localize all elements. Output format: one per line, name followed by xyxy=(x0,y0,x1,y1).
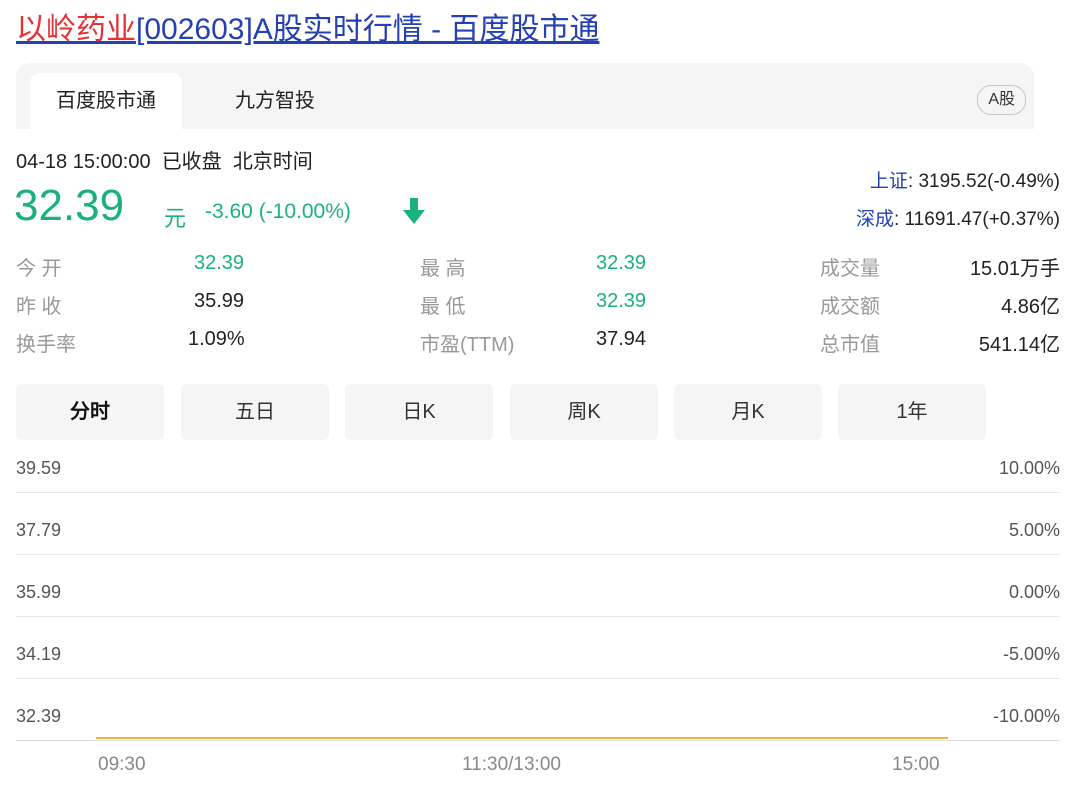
page-title[interactable]: 以岭药业[002603]A股实时行情 - 百度股市通 xyxy=(16,8,599,52)
grid-line xyxy=(16,492,1060,493)
grid-line xyxy=(16,554,1060,555)
grid-line xyxy=(16,740,1060,741)
stat-label-pe-ttm: 市盈(TTM) xyxy=(420,334,515,356)
stat-value-open: 32.39 xyxy=(194,252,245,274)
price-tick-label: 35.99 xyxy=(16,582,62,602)
tab-intraday[interactable]: 分时 xyxy=(16,384,164,440)
time-tick-label: 11:30/13:00 xyxy=(462,754,561,775)
time-tick-label: 09:30 xyxy=(98,754,146,775)
down-arrow-icon xyxy=(401,196,427,231)
stat-value-market-cap: 541.14亿 xyxy=(978,334,1060,356)
stat-label-high: 最 高 xyxy=(420,258,466,280)
time-tick-label: 15:00 xyxy=(892,754,940,775)
status-state: 已收盘 xyxy=(161,151,222,173)
percent-tick-label: 10.00% xyxy=(998,458,1060,478)
trade-status: 04-18 15:00:00 已收盘 北京时间 xyxy=(16,145,313,174)
tab-baidu-gushitong[interactable]: 百度股市通 xyxy=(30,73,182,129)
stat-label-turnover: 成交额 xyxy=(820,296,880,318)
stat-value-low: 32.39 xyxy=(596,290,647,312)
tab-one-year[interactable]: 1年 xyxy=(838,384,986,440)
stat-value-volume: 15.01万手 xyxy=(969,258,1060,280)
stat-value-high: 32.39 xyxy=(596,252,647,274)
stat-label-low: 最 低 xyxy=(420,296,466,318)
tab-weekly-k[interactable]: 周K xyxy=(510,384,658,440)
stat-label-open: 今 开 xyxy=(16,258,62,280)
price-unit: 元 xyxy=(164,206,187,231)
grid-line xyxy=(16,678,1060,679)
index-shanghai[interactable]: 上证: 3195.52(-0.49%) xyxy=(870,166,1060,193)
price-tick-label: 32.39 xyxy=(16,706,62,726)
percent-tick-label: -5.00% xyxy=(1002,644,1060,664)
current-price: 32.39 xyxy=(14,181,125,230)
percent-tick-label: -10.00% xyxy=(992,706,1060,726)
tab-monthly-k[interactable]: 月K xyxy=(674,384,822,440)
price-tick-label: 34.19 xyxy=(16,644,62,664)
grid-line xyxy=(16,616,1060,617)
stock-name-link[interactable]: 以岭药业 xyxy=(16,13,136,46)
stat-value-turnover-rate: 1.09% xyxy=(188,328,245,350)
price-tick-label: 39.59 xyxy=(16,458,62,478)
tab-daily-k[interactable]: 日K xyxy=(345,384,493,440)
percent-tick-label: 0.00% xyxy=(1008,582,1060,602)
index-shanghai-value: : 3195.52(-0.49%) xyxy=(907,171,1060,192)
index-shenzhen-label[interactable]: 深成 xyxy=(856,209,894,230)
status-datetime: 04-18 15:00:00 xyxy=(16,151,151,173)
index-shanghai-label[interactable]: 上证 xyxy=(870,171,908,192)
index-shenzhen-value: : 11691.47(+0.37%) xyxy=(893,209,1060,230)
status-timezone: 北京时间 xyxy=(232,151,313,173)
price-tick-label: 37.79 xyxy=(16,520,62,540)
stat-value-pe-ttm: 37.94 xyxy=(596,328,647,350)
source-tabs: 百度股市通 九方智投 A股 xyxy=(16,63,1034,129)
tab-jiufang-zhitou[interactable]: 九方智投 xyxy=(210,73,340,129)
price-change: -3.60 (-10.00%) xyxy=(205,200,351,223)
stat-label-turnover-rate: 换手率 xyxy=(16,334,76,356)
percent-tick-label: 5.00% xyxy=(1008,520,1060,540)
stat-label-market-cap: 总市值 xyxy=(820,334,880,356)
stat-value-turnover: 4.86亿 xyxy=(1001,296,1060,318)
market-badge[interactable]: A股 xyxy=(977,85,1026,115)
stat-label-volume: 成交量 xyxy=(820,258,880,280)
stat-label-prev-close: 昨 收 xyxy=(16,296,62,318)
index-shenzhen[interactable]: 深成: 11691.47(+0.37%) xyxy=(856,204,1060,231)
price-line xyxy=(96,737,948,739)
tab-five-day[interactable]: 五日 xyxy=(181,384,329,440)
stock-title-rest[interactable]: [002603]A股实时行情 - 百度股市通 xyxy=(136,13,599,46)
stat-value-prev-close: 35.99 xyxy=(194,290,245,312)
